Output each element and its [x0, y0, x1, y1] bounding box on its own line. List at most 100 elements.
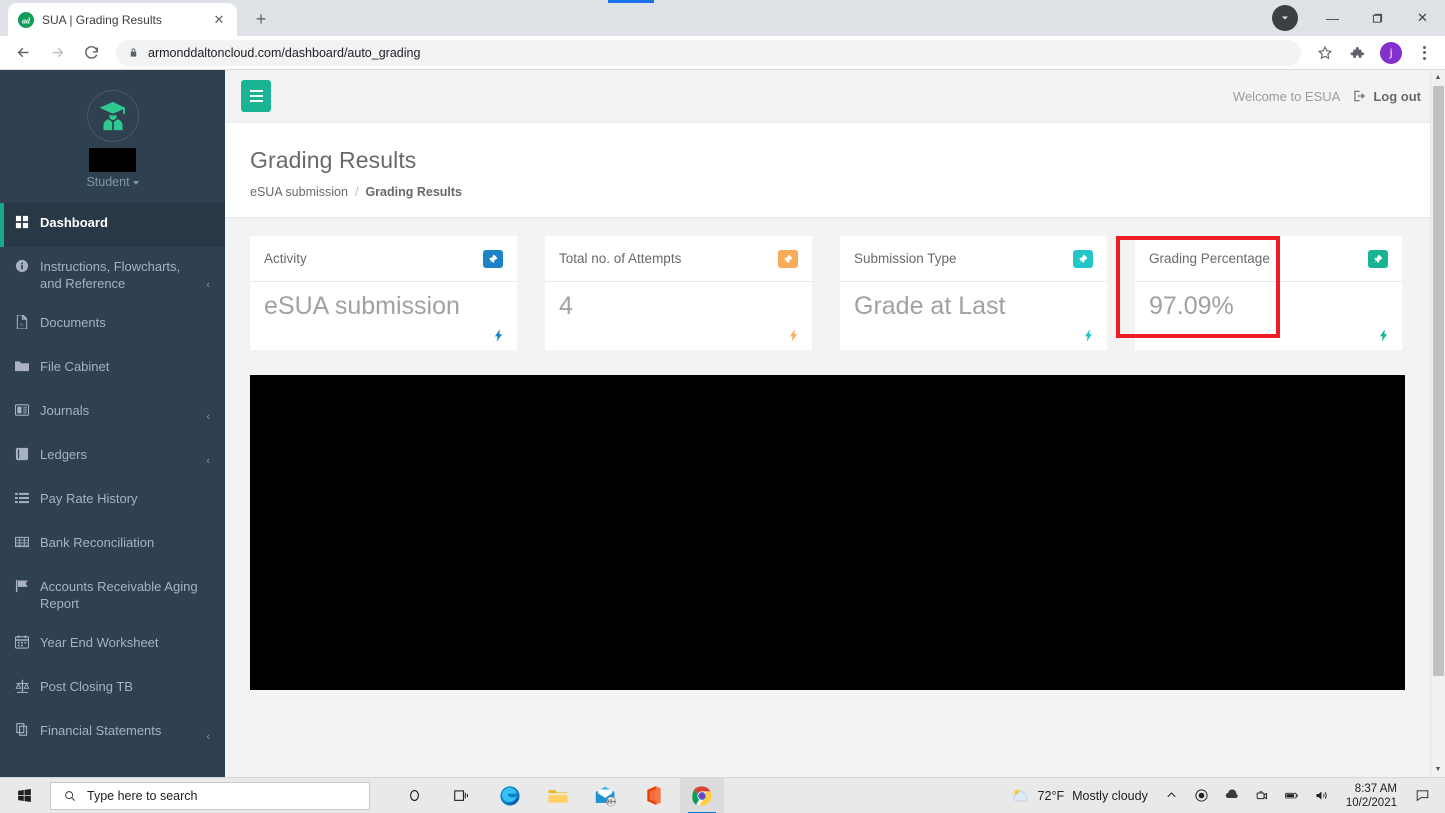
- pin-icon[interactable]: [778, 250, 798, 268]
- calendar-icon-glyph: [15, 635, 29, 649]
- sidebar-item-documents[interactable]: A Documents: [0, 303, 225, 347]
- address-bar[interactable]: armonddaltoncloud.com/dashboard/auto_gra…: [116, 40, 1301, 66]
- stat-card-grading-percentage: Grading Percentage97.09%: [1135, 236, 1402, 350]
- url-text: armonddaltoncloud.com/dashboard/auto_gra…: [148, 46, 420, 60]
- file-explorer-icon[interactable]: [536, 778, 580, 813]
- flag-icon-glyph: [15, 579, 29, 593]
- task-view-icon[interactable]: [440, 778, 484, 813]
- scroll-down-arrow-icon[interactable]: ▼: [1431, 762, 1445, 777]
- mail-icon[interactable]: 99+: [584, 778, 628, 813]
- profile-chip-icon[interactable]: [1272, 5, 1298, 31]
- sidebar-nav: DashboardInstructions, Flowcharts, and R…: [0, 203, 225, 755]
- show-hidden-icons-chevron[interactable]: [1158, 778, 1186, 813]
- sidebar-item-post-closing-tb[interactable]: Post Closing TB: [0, 667, 225, 711]
- sidebar-role-dropdown[interactable]: Student: [0, 175, 225, 189]
- sidebar-item-bank-reconciliation[interactable]: Bank Reconciliation: [0, 523, 225, 567]
- reload-icon: [83, 44, 100, 61]
- card-body: eSUA submission: [250, 282, 517, 350]
- chevron-left-icon: ‹: [206, 730, 210, 744]
- stat-cards-row: ActivityeSUA submissionTotal no. of Atte…: [250, 236, 1427, 350]
- list-icon-glyph: [15, 491, 29, 505]
- pin-glyph: [783, 254, 793, 264]
- page-scrollbar[interactable]: ▲ ▼: [1430, 70, 1445, 777]
- avatar[interactable]: j: [1380, 42, 1402, 64]
- logout-button[interactable]: Log out: [1352, 89, 1421, 104]
- flag-icon: [14, 578, 30, 593]
- maximize-button[interactable]: [1355, 2, 1400, 34]
- star-icon[interactable]: [1311, 39, 1339, 67]
- puzzle-icon[interactable]: [1343, 39, 1371, 67]
- browser-tab[interactable]: ad SUA | Grading Results ✕: [8, 3, 237, 36]
- sidebar-item-label: Documents: [40, 314, 210, 331]
- file-pdf-icon-glyph: A: [15, 315, 29, 329]
- role-label: Student: [86, 175, 129, 189]
- sidebar-item-label: Pay Rate History: [40, 490, 210, 507]
- card-value: Grade at Last: [854, 290, 1093, 322]
- battery-glyph: [1284, 788, 1299, 803]
- minimize-button[interactable]: —: [1310, 2, 1355, 34]
- search-icon: [63, 789, 77, 803]
- onedrive-icon[interactable]: [1218, 778, 1246, 813]
- forward-button[interactable]: [42, 38, 72, 68]
- pin-icon[interactable]: [483, 250, 503, 268]
- webcam-icon[interactable]: [1248, 778, 1276, 813]
- bolt-glyph: [789, 329, 798, 342]
- stat-card-total-no-of-attempts: Total no. of Attempts4: [545, 236, 812, 350]
- sidebar-item-journals[interactable]: Journals‹: [0, 391, 225, 435]
- sidebar-item-year-end-worksheet[interactable]: Year End Worksheet: [0, 623, 225, 667]
- breadcrumb-current: Grading Results: [365, 185, 462, 199]
- svg-text:99+: 99+: [606, 799, 615, 805]
- arrow-left-icon: [15, 44, 32, 61]
- sidebar-item-financial-statements[interactable]: Financial Statements ‹: [0, 711, 225, 755]
- breadcrumb-parent[interactable]: eSUA submission: [250, 185, 348, 199]
- close-window-button[interactable]: ✕: [1400, 2, 1445, 34]
- office-glyph: [645, 785, 663, 806]
- cortana-icon[interactable]: [392, 778, 436, 813]
- microsoft-edge-icon[interactable]: [488, 778, 532, 813]
- battery-icon[interactable]: [1278, 778, 1306, 813]
- scroll-up-arrow-icon[interactable]: ▲: [1431, 70, 1445, 85]
- ledger-icon-glyph: [15, 447, 29, 461]
- sidebar-item-dashboard[interactable]: Dashboard: [0, 203, 225, 247]
- kebab-menu-icon[interactable]: [1411, 46, 1437, 60]
- microsoft-office-icon[interactable]: [632, 778, 676, 813]
- reload-button[interactable]: [76, 38, 106, 68]
- sidebar-profile[interactable]: Student: [0, 70, 225, 203]
- sidebar-item-file-cabinet[interactable]: File Cabinet: [0, 347, 225, 391]
- close-icon[interactable]: ✕: [211, 12, 227, 28]
- favicon: ad: [18, 12, 34, 28]
- sidebar-item-label: Accounts Receivable Aging Report: [40, 578, 210, 612]
- grid-icon-glyph: [15, 215, 29, 229]
- sidebar-item-accounts-receivable-aging-report[interactable]: Accounts Receivable Aging Report: [0, 567, 225, 623]
- sidebar-item-pay-rate-history[interactable]: Pay Rate History: [0, 479, 225, 523]
- svg-text:A: A: [20, 322, 24, 327]
- topbar-right: Welcome to ESUA Log out: [1233, 89, 1431, 104]
- redacted-username: [89, 148, 136, 172]
- scrollbar-thumb[interactable]: [1433, 86, 1444, 676]
- card-body: 4: [545, 282, 812, 350]
- bolt-glyph: [1379, 329, 1388, 342]
- new-tab-button[interactable]: +: [247, 5, 275, 33]
- sidebar-item-instructions-flowcharts-and-reference[interactable]: Instructions, Flowcharts, and Reference‹: [0, 247, 225, 303]
- windows-taskbar: Type here to search: [0, 777, 1445, 813]
- volume-icon[interactable]: [1308, 778, 1336, 813]
- record-icon[interactable]: [1188, 778, 1216, 813]
- sidebar-toggle-button[interactable]: [241, 80, 271, 112]
- back-button[interactable]: [8, 38, 38, 68]
- notifications-icon[interactable]: [1407, 778, 1437, 813]
- sidebar-item-ledgers[interactable]: Ledgers‹: [0, 435, 225, 479]
- weather-widget[interactable]: 72°F Mostly cloudy: [1003, 787, 1156, 804]
- clock[interactable]: 8:37 AM 10/2/2021: [1338, 782, 1405, 810]
- action-center-glyph: [1415, 788, 1430, 803]
- windows-icon[interactable]: [0, 778, 48, 813]
- chevron-left-icon: ‹: [206, 410, 210, 424]
- search-input[interactable]: Type here to search: [50, 782, 370, 810]
- sidebar: Student DashboardInstructions, Flowchart…: [0, 70, 225, 777]
- copy-icon: [14, 722, 30, 737]
- pin-icon[interactable]: [1368, 250, 1388, 268]
- google-chrome-icon[interactable]: [680, 778, 724, 813]
- chevron-up-glyph: [1164, 788, 1179, 803]
- sidebar-item-label: Financial Statements: [40, 722, 196, 739]
- pin-icon[interactable]: [1073, 250, 1093, 268]
- sidebar-item-label: Post Closing TB: [40, 678, 210, 695]
